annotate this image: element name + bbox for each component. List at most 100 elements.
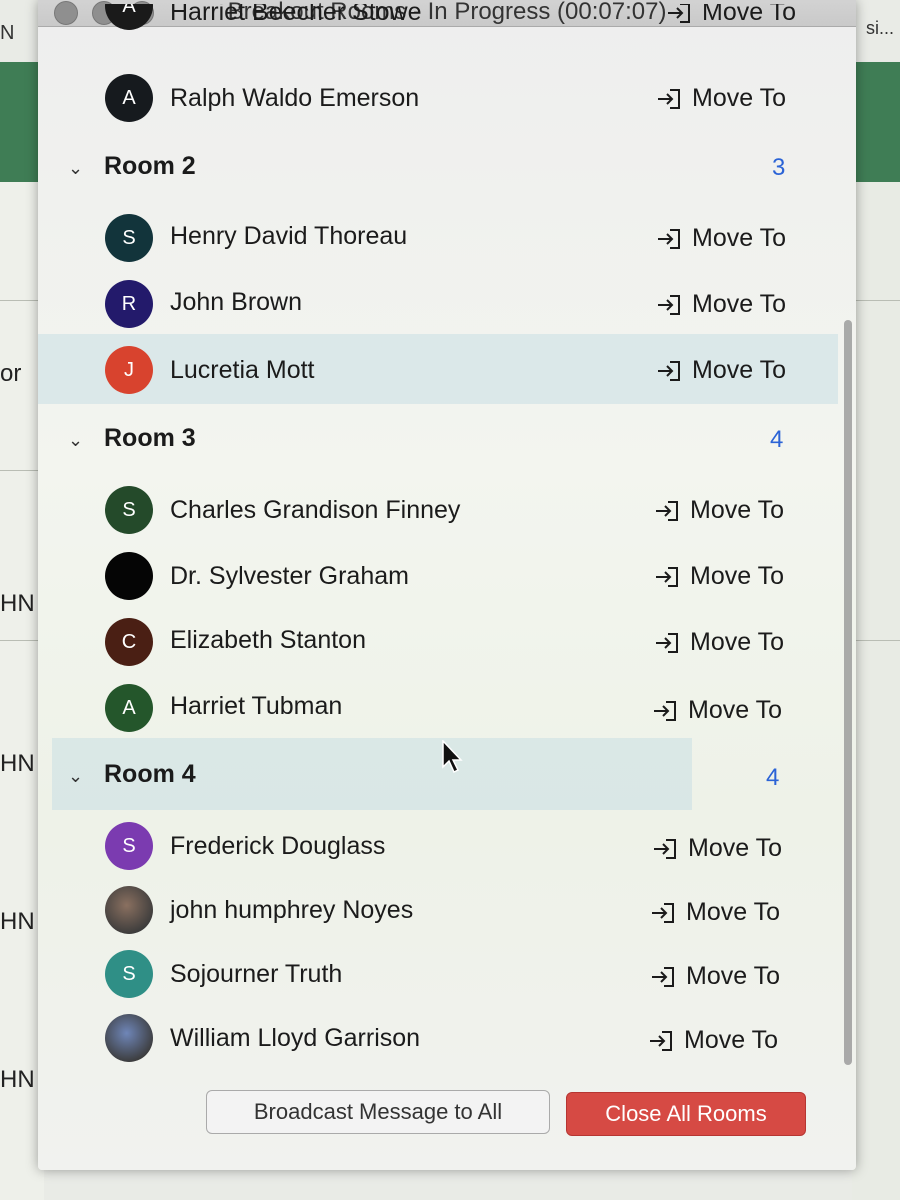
close-all-rooms-button[interactable]: Close All Rooms [566, 1092, 806, 1136]
scrollbar[interactable] [844, 320, 852, 1065]
participant-name: Harriet Tubman [170, 692, 343, 720]
move-to-label: Move To [686, 962, 781, 990]
room-header-room-2[interactable]: ⌄ Room 2 3 [68, 146, 838, 190]
avatar: S [105, 822, 153, 870]
move-to-button[interactable]: Move To [650, 962, 780, 991]
move-to-button[interactable]: Move To [656, 224, 786, 253]
participant-name: Henry David Thoreau [170, 222, 408, 250]
background-top-right-text: si... [865, 18, 894, 38]
move-to-icon [656, 632, 678, 653]
participant-row[interactable]: A Harriet Tubman Move To [38, 680, 838, 740]
move-to-icon [652, 966, 674, 987]
avatar-initial: A [122, 86, 136, 109]
move-to-button[interactable]: Move To [652, 696, 782, 725]
chevron-down-icon[interactable]: ⌄ [68, 158, 83, 179]
move-to-label: Move To [702, 4, 797, 26]
move-to-label: Move To [688, 834, 783, 862]
background-left-text: HN [0, 750, 35, 777]
participant-row[interactable]: S Charles Grandison Finney Move To [38, 482, 838, 542]
avatar: J [105, 346, 153, 394]
participant-row[interactable]: S Sojourner Truth Move To [38, 946, 838, 1006]
background-divider [852, 300, 900, 301]
move-to-label: Move To [690, 562, 785, 590]
participant-row[interactable]: john humphrey Noyes Move To [38, 882, 838, 942]
participant-row[interactable]: William Lloyd Garrison Move To [38, 1010, 838, 1070]
move-to-icon [654, 700, 676, 721]
avatar [105, 552, 153, 600]
participant-row[interactable]: A Harriet Beecher Stowe Move To [38, 4, 838, 34]
move-to-label: Move To [686, 898, 781, 926]
background-top-left-text: N [0, 22, 15, 44]
participant-row[interactable]: J Lucretia Mott Move To [38, 334, 838, 404]
avatar: A [105, 74, 153, 122]
breakout-rooms-window: Breakout Rooms - In Progress (00:07:07) … [38, 0, 856, 1170]
avatar-initial: J [124, 358, 134, 381]
move-to-icon [658, 228, 680, 249]
move-to-label: Move To [690, 496, 785, 524]
room-participant-count: 4 [770, 426, 784, 453]
move-to-button[interactable]: Move To [650, 898, 780, 927]
move-to-icon [650, 1030, 672, 1051]
participant-name: John Brown [170, 288, 303, 316]
move-to-icon [656, 500, 678, 521]
chevron-down-icon[interactable]: ⌄ [68, 766, 83, 787]
avatar-initial: S [122, 498, 136, 521]
move-to-button[interactable]: Move To [666, 4, 796, 27]
avatar-initial: S [122, 834, 136, 857]
move-to-label: Move To [692, 84, 787, 112]
move-to-icon [658, 88, 680, 109]
avatar: S [105, 486, 153, 534]
avatar-initial: A [122, 696, 136, 719]
participant-name: john humphrey Noyes [170, 896, 414, 924]
avatar-initial: R [121, 292, 137, 315]
participant-row[interactable]: S Henry David Thoreau Move To [38, 208, 838, 268]
broadcast-message-button[interactable]: Broadcast Message to All [206, 1090, 550, 1134]
avatar-photo [105, 1014, 153, 1062]
move-to-label: Move To [688, 696, 783, 724]
participant-row[interactable]: R John Brown Move To [38, 274, 838, 334]
participant-row[interactable]: A Ralph Waldo Emerson Move To [38, 68, 838, 128]
move-to-button[interactable]: Move To [656, 290, 786, 319]
avatar: A [105, 4, 153, 30]
avatar-initial: S [122, 226, 136, 249]
chevron-down-icon[interactable]: ⌄ [68, 430, 83, 451]
move-to-button[interactable]: Move To [654, 628, 784, 657]
avatar-photo [105, 886, 153, 934]
avatar: C [105, 618, 153, 666]
move-to-button[interactable]: Move To [656, 356, 786, 385]
avatar: A [105, 684, 153, 732]
move-to-button[interactable]: Move To [648, 1026, 778, 1055]
participant-name: William Lloyd Garrison [170, 1024, 421, 1052]
room-header-room-3[interactable]: ⌄ Room 3 4 [68, 418, 838, 462]
participant-row[interactable]: S Frederick Douglass Move To [38, 818, 838, 878]
avatar: R [105, 280, 153, 328]
participant-name: Ralph Waldo Emerson [170, 84, 420, 112]
participant-name: Elizabeth Stanton [170, 626, 366, 654]
background-right-column [852, 182, 900, 1200]
move-to-button[interactable]: Move To [656, 84, 786, 113]
move-to-icon [654, 838, 676, 859]
participant-name: Sojourner Truth [170, 960, 343, 988]
participant-row[interactable]: C Elizabeth Stanton Move To [38, 614, 838, 674]
move-to-label: Move To [692, 224, 787, 252]
move-to-icon [658, 294, 680, 315]
background-left-text: HN [0, 908, 35, 935]
participant-name: Charles Grandison Finney [170, 496, 461, 524]
background-left-text: HN [0, 590, 35, 617]
participant-name: Dr. Sylvester Graham [170, 562, 409, 590]
room-name: Room 4 [104, 760, 196, 788]
participant-name: Harriet Beecher Stowe [170, 4, 422, 26]
move-to-icon [668, 4, 690, 23]
avatar: S [105, 214, 153, 262]
avatar-initial: A [122, 4, 136, 17]
move-to-button[interactable]: Move To [654, 562, 784, 591]
room-name: Room 3 [104, 424, 196, 452]
participant-row[interactable]: Dr. Sylvester Graham Move To [38, 548, 838, 608]
avatar-initial: S [122, 962, 136, 985]
avatar-initial: C [121, 630, 137, 653]
move-to-button[interactable]: Move To [654, 496, 784, 525]
move-to-button[interactable]: Move To [652, 834, 782, 863]
room-name: Room 2 [104, 152, 196, 180]
participant-name: Frederick Douglass [170, 832, 386, 860]
room-participant-count: 3 [772, 154, 786, 181]
